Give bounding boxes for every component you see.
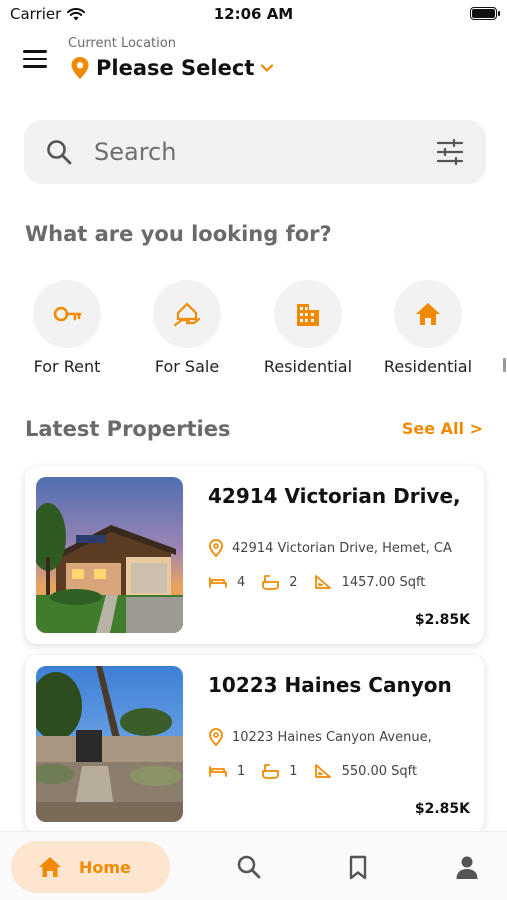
status-bar: Carrier 12:06 AM — [0, 0, 507, 30]
key-icon — [53, 306, 82, 322]
location-selector[interactable]: Please Select — [70, 56, 274, 80]
location-pin-icon — [71, 57, 89, 79]
bottom-nav: Home — [0, 831, 507, 900]
baths-count: 1 — [289, 763, 298, 779]
category-list: For Rent For Sale Residential Residentia… — [0, 280, 507, 380]
location-caption: Current Location — [68, 36, 176, 51]
search-icon — [47, 140, 72, 165]
status-time: 12:06 AM — [213, 5, 294, 23]
house-hand-icon — [173, 302, 201, 327]
category-for-rent[interactable]: For Rent — [12, 280, 122, 376]
property-specs: 1 1 550.00 Sqft — [208, 763, 417, 779]
location-pin-icon — [209, 539, 223, 557]
bed-icon — [209, 766, 227, 777]
property-title: 42914 Victorian Drive, — [208, 484, 461, 508]
property-title: 10223 Haines Canyon — [208, 673, 452, 697]
category-label: For Rent — [33, 357, 101, 376]
see-all-link[interactable]: See All > — [402, 419, 483, 438]
chevron-down-icon — [261, 64, 274, 72]
property-photo — [36, 666, 183, 822]
category-label: For Sale — [154, 357, 220, 376]
menu-icon[interactable] — [23, 50, 47, 70]
area-value: 550.00 Sqft — [341, 763, 418, 779]
beds-count: 1 — [237, 763, 246, 779]
area-icon — [314, 764, 331, 778]
category-residential[interactable]: Residential — [253, 280, 363, 376]
property-price: $2.85K — [414, 612, 470, 628]
bath-icon — [262, 575, 280, 590]
baths-count: 2 — [289, 574, 298, 590]
location-pin-icon — [209, 728, 223, 746]
search-input[interactable] — [94, 130, 414, 174]
beds-count: 4 — [237, 574, 246, 590]
battery-icon — [470, 7, 500, 20]
category-for-sale[interactable]: For Sale — [132, 280, 242, 376]
search-bar — [24, 120, 486, 184]
latest-title: Latest Properties — [25, 417, 231, 441]
categories-title: What are you looking for? — [25, 222, 332, 246]
bed-icon — [209, 577, 227, 588]
building-icon — [297, 304, 319, 326]
bath-icon — [262, 764, 280, 779]
property-address-row: 10223 Haines Canyon Avenue, — [208, 728, 432, 746]
bookmark-icon[interactable] — [345, 854, 371, 880]
property-address-row: 42914 Victorian Drive, Hemet, CA — [208, 539, 452, 557]
property-photo — [36, 477, 183, 633]
home-icon — [416, 303, 440, 325]
nav-home[interactable]: Home — [11, 841, 170, 893]
property-card[interactable]: 10223 Haines Canyon 10223 Haines Canyon … — [25, 655, 484, 833]
nav-home-label: Home — [79, 857, 131, 877]
category-overflow-edge — [503, 358, 506, 372]
category-label: Residential — [263, 357, 353, 376]
property-address: 10223 Haines Canyon Avenue, — [232, 729, 432, 745]
location-value: Please Select — [96, 56, 255, 80]
search-icon[interactable] — [236, 854, 262, 880]
home-icon — [39, 857, 61, 877]
profile-icon[interactable] — [454, 854, 480, 880]
area-value: 1457.00 Sqft — [341, 574, 426, 590]
category-residential-home[interactable]: Residential — [373, 280, 483, 376]
filter-icon[interactable] — [436, 139, 464, 165]
property-specs: 4 2 1457.00 Sqft — [208, 574, 425, 590]
property-address: 42914 Victorian Drive, Hemet, CA — [232, 540, 452, 556]
property-card[interactable]: 42914 Victorian Drive, 42914 Victorian D… — [25, 466, 484, 644]
category-label: Residential — [383, 357, 473, 376]
property-price: $2.85K — [414, 801, 470, 817]
area-icon — [314, 575, 331, 589]
